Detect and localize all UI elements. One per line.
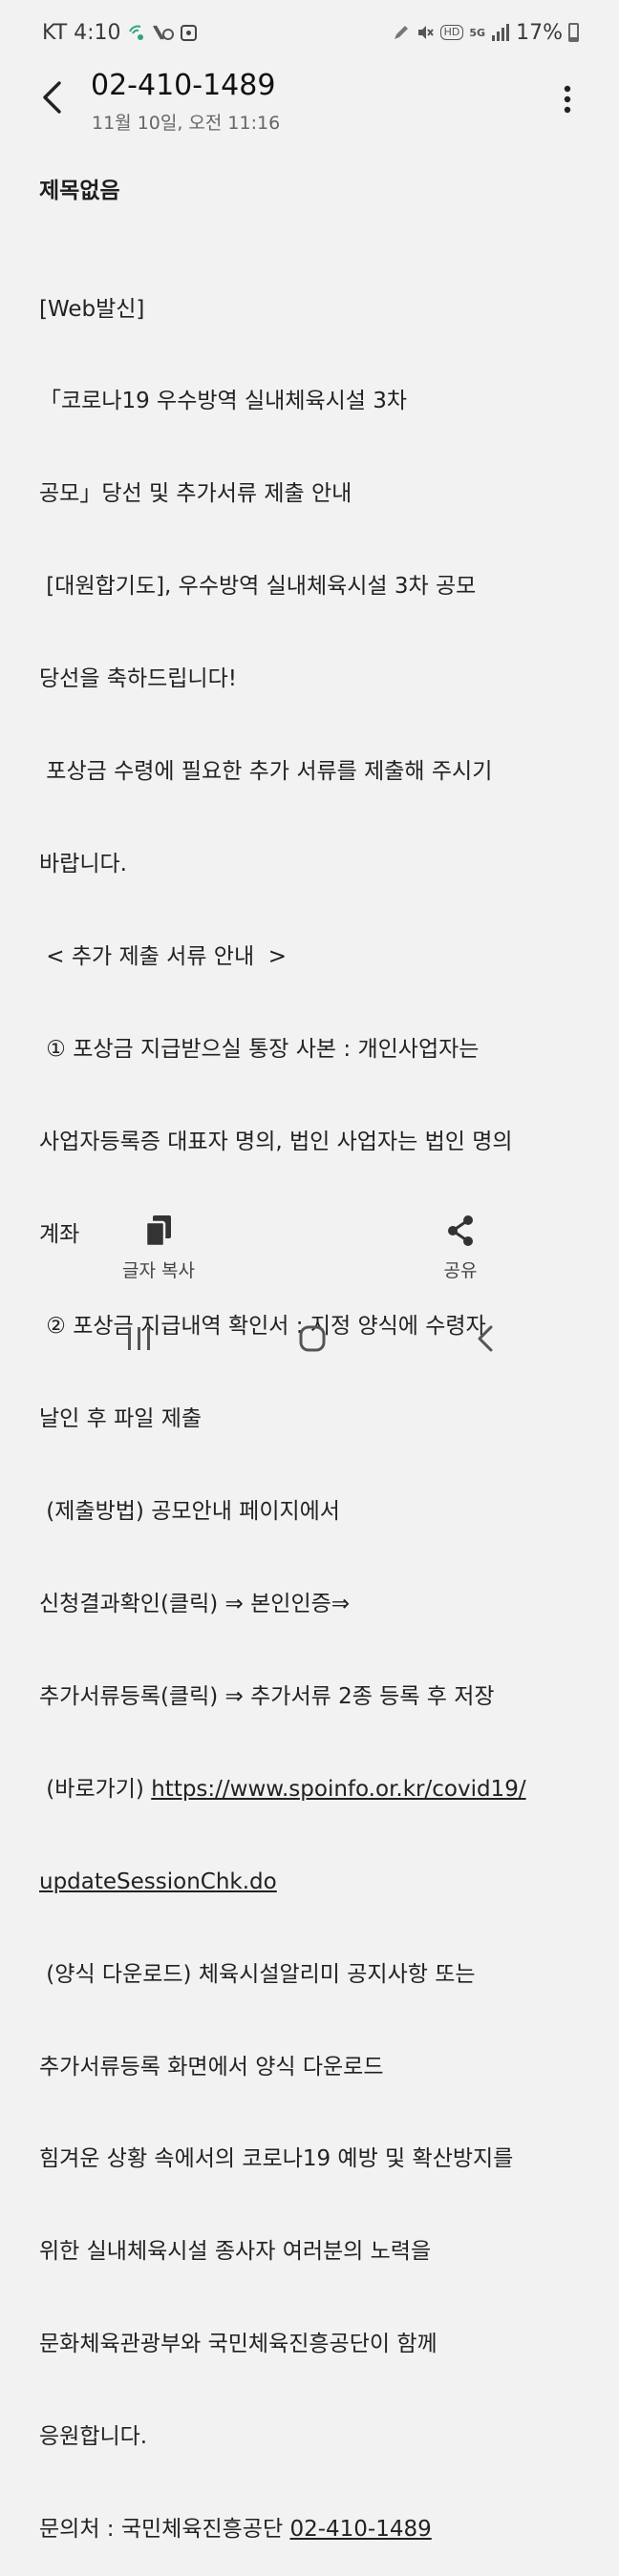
body-line: 신청결과확인(클릭) ⇒ 본인인증⇒ <box>39 1592 351 1617</box>
contact-prefix: 문의처 : 국민체육진흥공단 <box>39 2516 290 2542</box>
back-arrow-icon <box>43 81 61 114</box>
link-line: (바로가기) https://www.spoinfo.or.kr/covid19… <box>39 1774 588 1805</box>
notification-app-icon <box>180 24 197 41</box>
conversation-header: 02-410-1489 11월 10일, 오전 11:16 <box>0 65 619 141</box>
body-line: 사업자등록증 대표자 명의, 법인 사업자는 법인 명의 <box>39 1129 513 1154</box>
body-line: [Web발신] <box>39 296 145 322</box>
hd-voice-icon: HD <box>439 25 464 40</box>
body-line: 날인 후 파일 제출 <box>39 1406 203 1432</box>
home-button[interactable] <box>284 1318 341 1360</box>
body-line: 당선을 축하드립니다! <box>39 666 237 692</box>
body-line: 추가서류등록 화면에서 양식 다운로드 <box>39 2054 384 2080</box>
body-line: 바랍니다. <box>39 851 127 876</box>
body-line: 응원합니다. <box>39 2424 148 2450</box>
nav-back-button[interactable] <box>457 1318 514 1360</box>
link-line-cont: updateSessionChk.do <box>39 1867 588 1897</box>
status-right: HD 5G 17% <box>393 21 579 45</box>
contact-phone-link[interactable]: 02-410-1489 <box>289 2517 431 2542</box>
signal-icon <box>491 24 510 41</box>
contact-line: 문의처 : 국민체육진흥공단 02-410-1489 <box>39 2514 588 2544</box>
body-line: 추가서류등록(클릭) ⇒ 추가서류 2종 등록 후 저장 <box>39 1683 495 1709</box>
body-line: 「코로나19 우수방역 실내체육시설 3차 <box>39 389 408 414</box>
body-line: 힘겨운 상황 속에서의 코로나19 예방 및 확산방지를 <box>39 2146 514 2172</box>
pen-icon <box>393 24 410 41</box>
copy-text-button[interactable]: 글자 복사 <box>82 1214 235 1291</box>
body-line: (제출방법) 공모안내 페이지에서 <box>39 1499 340 1525</box>
body-line: ① 포상금 지급받으실 통장 사본 : 개인사업자는 <box>39 1036 480 1062</box>
copy-text-label: 글자 복사 <box>122 1260 195 1281</box>
body-line: < 추가 제출 서류 안내 > <box>39 943 288 969</box>
url-link[interactable]: https://www.spoinfo.or.kr/covid19/ <box>151 1777 525 1802</box>
message-timestamp: 11월 10일, 오전 11:16 <box>92 113 281 134</box>
mute-icon <box>416 23 435 42</box>
share-button[interactable]: 공유 <box>384 1214 537 1291</box>
home-icon <box>299 1325 326 1352</box>
recent-apps-icon <box>128 1327 150 1350</box>
share-icon <box>448 1215 473 1246</box>
sender-number: 02-410-1489 <box>91 69 276 102</box>
network-5g-icon: 5G <box>469 26 486 39</box>
body-line: 문화체육관광부와 국민체육진흥공단이 함께 <box>39 2332 438 2357</box>
body-line: 포상금 수령에 필요한 추가 서류를 제출해 주시기 <box>39 759 493 785</box>
message-subject: 제목없음 <box>39 179 120 203</box>
battery-icon <box>568 23 579 42</box>
battery-percent: 17% <box>516 20 563 45</box>
back-button[interactable] <box>32 78 71 116</box>
recent-apps-button[interactable] <box>111 1318 168 1360</box>
body-line: [대원합기도], 우수방역 실내체육시설 3차 공모 <box>39 574 477 600</box>
share-label: 공유 <box>443 1260 478 1281</box>
copy-icon <box>144 1215 171 1247</box>
more-vert-icon <box>564 85 571 114</box>
body-line: (양식 다운로드) 체육시설알리미 공지사항 또는 <box>39 1961 476 1987</box>
url-link-continued[interactable]: updateSessionChk.do <box>39 1869 277 1894</box>
volte-icon <box>152 23 175 42</box>
link-prefix: (바로가기) <box>39 1776 152 1802</box>
body-line: 공모」당선 및 추가서류 제출 안내 <box>39 481 352 507</box>
system-nav-bar <box>0 1300 619 1375</box>
carrier-time: KT 4:10 <box>42 20 121 45</box>
body-line: 위한 실내체육시설 종사자 여러분의 노력을 <box>39 2239 432 2265</box>
bottom-action-bar: 글자 복사 공유 <box>0 1214 619 1300</box>
status-left: KT 4:10 <box>42 21 197 45</box>
nav-back-icon <box>478 1325 493 1352</box>
wifi-calling-icon <box>127 23 146 42</box>
status-bar: KT 4:10 HD 5G 17% <box>0 0 619 65</box>
message-body: [Web발신] 「코로나19 우수방역 실내체육시설 3차 공모」당선 및 추가… <box>39 232 588 2576</box>
more-options-button[interactable] <box>554 80 581 118</box>
